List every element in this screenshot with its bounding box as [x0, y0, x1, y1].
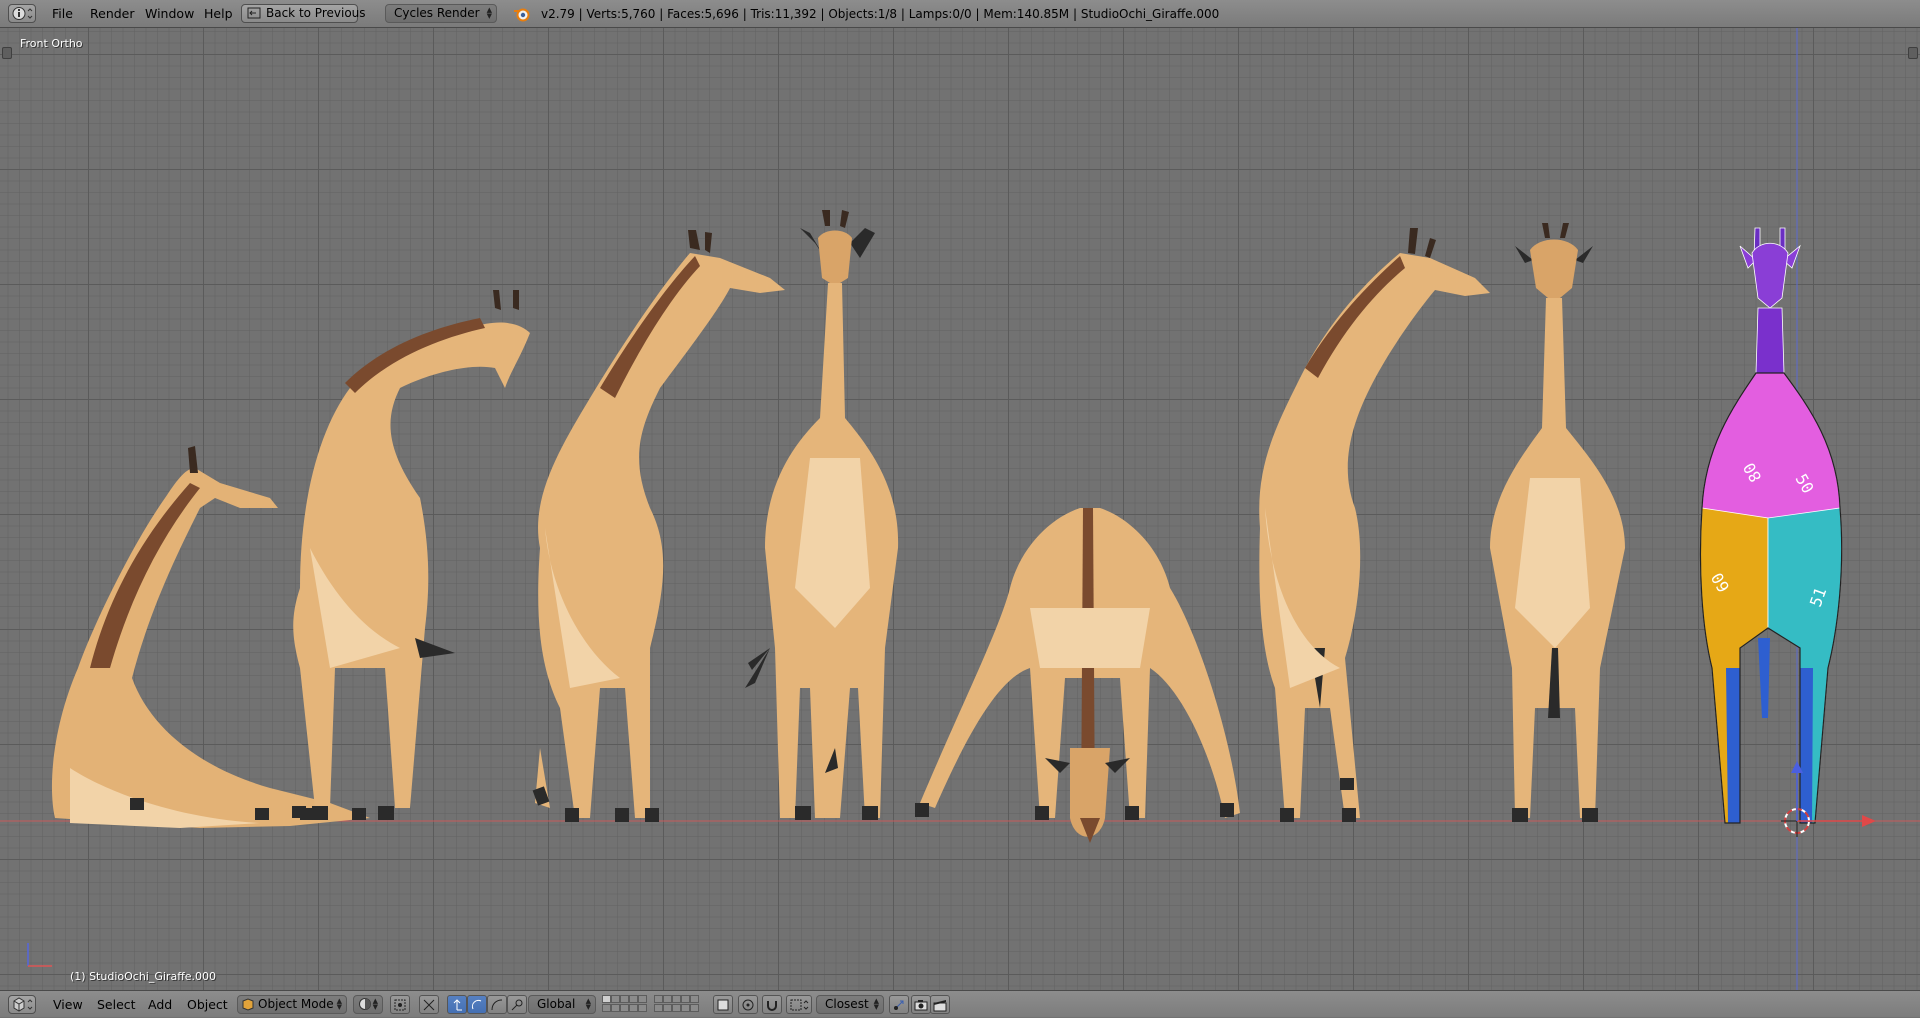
back-to-previous-label: Back to Previous: [266, 6, 366, 20]
layer-15[interactable]: [690, 995, 699, 1003]
info-icon: [12, 7, 33, 20]
key-icon: [511, 999, 523, 1010]
snap-target-label: Closest: [825, 997, 869, 1011]
snap-rotation-icon: [894, 1000, 904, 1010]
layer-7[interactable]: [611, 1004, 620, 1012]
manipulator-extra-button[interactable]: [507, 995, 527, 1014]
layer-5[interactable]: [638, 995, 647, 1003]
giraffe-drinking[interactable]: [915, 508, 1240, 843]
manipulator-toggle-button[interactable]: [419, 995, 439, 1014]
layer-20[interactable]: [690, 1004, 699, 1012]
editor-type-3d-button[interactable]: [8, 995, 36, 1014]
scene-statistics: v2.79 | Verts:5,760 | Faces:5,696 | Tris…: [541, 7, 1220, 21]
giraffe-front-facing-1[interactable]: [745, 210, 899, 820]
3d-view-cube-icon: [13, 997, 33, 1012]
back-screen-icon: [247, 7, 261, 19]
layer-18[interactable]: [672, 1004, 681, 1012]
menu-render[interactable]: Render: [90, 0, 135, 28]
layer-1[interactable]: [602, 995, 611, 1003]
pivot-point-button[interactable]: [390, 995, 410, 1014]
orientation-label: Global: [537, 997, 576, 1011]
render-still-button[interactable]: [911, 995, 931, 1014]
translate-manipulator-button[interactable]: [447, 995, 467, 1014]
snap-align-rotation-button[interactable]: [889, 995, 909, 1014]
clapperboard-icon: [933, 999, 947, 1011]
layer-10[interactable]: [638, 1004, 647, 1012]
lock-layers-button[interactable]: [713, 995, 733, 1014]
layer-12[interactable]: [663, 995, 672, 1003]
layer-11[interactable]: [654, 995, 663, 1003]
object-mode-icon: [242, 998, 254, 1011]
menu-file[interactable]: File: [52, 0, 73, 28]
back-to-previous-button[interactable]: Back to Previous: [241, 4, 366, 23]
menu-help[interactable]: Help: [204, 0, 233, 28]
layer-14[interactable]: [681, 995, 690, 1003]
info-header: File Render Window Help Back to Previous…: [0, 0, 1920, 28]
layer-buttons[interactable]: [602, 995, 702, 1014]
snap-toggle-button[interactable]: [762, 995, 782, 1014]
blender-logo-icon: [514, 8, 530, 22]
menu-view[interactable]: View: [53, 991, 83, 1018]
mode-dropdown[interactable]: Object Mode ▲ ▼: [237, 995, 347, 1014]
manipulator-icon: [423, 999, 435, 1010]
snap-element-dropdown[interactable]: [786, 995, 812, 1014]
dropdown-arrows-icon: ▲ ▼: [336, 997, 342, 1011]
scene-canvas: 50 80 60 51: [0, 28, 1920, 990]
menu-window[interactable]: Window: [145, 0, 194, 28]
dropdown-arrows-icon: ▲ ▼: [585, 997, 591, 1011]
layers-icon: [717, 999, 729, 1010]
proportional-circle-icon: [742, 999, 754, 1010]
snap-increment-icon: [790, 999, 809, 1010]
pivot-icon: [394, 999, 406, 1010]
giraffe-looking-right-2[interactable]: [1259, 228, 1490, 822]
giraffe-looking-right-1[interactable]: [532, 230, 785, 822]
camera-icon: [914, 999, 928, 1010]
mode-label: Object Mode: [258, 997, 334, 1011]
scale-manipulator-button[interactable]: [487, 995, 507, 1014]
layer-16[interactable]: [654, 1004, 663, 1012]
transform-orientation-dropdown[interactable]: Global ▲ ▼: [528, 995, 596, 1014]
layer-19[interactable]: [681, 1004, 690, 1012]
render-animation-button[interactable]: [930, 995, 950, 1014]
menu-select[interactable]: Select: [97, 991, 136, 1018]
viewport-shading-dropdown[interactable]: ▲ ▼: [353, 995, 383, 1014]
3d-viewport[interactable]: Front Ortho 50 80 60 51 (1) StudioOchi_G…: [0, 28, 1920, 990]
layer-9[interactable]: [629, 1004, 638, 1012]
layer-13[interactable]: [672, 995, 681, 1003]
rotate-manipulator-button[interactable]: [467, 995, 487, 1014]
editor-type-button[interactable]: [8, 4, 36, 23]
giraffe-uv-textured-selected[interactable]: 50 80 60 51: [1699, 227, 1843, 824]
dropdown-arrows-icon: ▲ ▼: [486, 6, 492, 20]
shading-sphere-icon: [359, 998, 371, 1010]
snap-target-dropdown[interactable]: Closest ▲ ▼: [816, 995, 884, 1014]
3d-view-header: View Select Add Object Object Mode ▲ ▼ ▲ ▼…: [0, 990, 1920, 1017]
layer-8[interactable]: [620, 1004, 629, 1012]
render-engine-label: Cycles Render: [394, 6, 480, 20]
dropdown-arrows-icon: ▲ ▼: [873, 997, 879, 1011]
menu-add[interactable]: Add: [148, 991, 172, 1018]
layer-3[interactable]: [620, 995, 629, 1003]
active-object-label: (1) StudioOchi_Giraffe.000: [70, 970, 217, 983]
translate-arrows-icon: [453, 998, 462, 1010]
layer-2[interactable]: [611, 995, 620, 1003]
render-engine-dropdown[interactable]: Cycles Render ▲ ▼: [385, 4, 497, 23]
layer-6[interactable]: [602, 1004, 611, 1012]
rotate-icon: [471, 999, 482, 1009]
giraffe-front-facing-2[interactable]: [1490, 223, 1625, 822]
axis-gizmo-icon: [27, 943, 52, 967]
magnet-icon: [767, 1000, 777, 1011]
menu-object[interactable]: Object: [187, 991, 228, 1018]
layer-4[interactable]: [629, 995, 638, 1003]
giraffe-bent-neck[interactable]: [293, 290, 530, 820]
scale-curve-icon: [491, 999, 503, 1010]
layer-17[interactable]: [663, 1004, 672, 1012]
proportional-editing-button[interactable]: [738, 995, 758, 1014]
dropdown-arrows-icon: ▲ ▼: [372, 997, 378, 1011]
